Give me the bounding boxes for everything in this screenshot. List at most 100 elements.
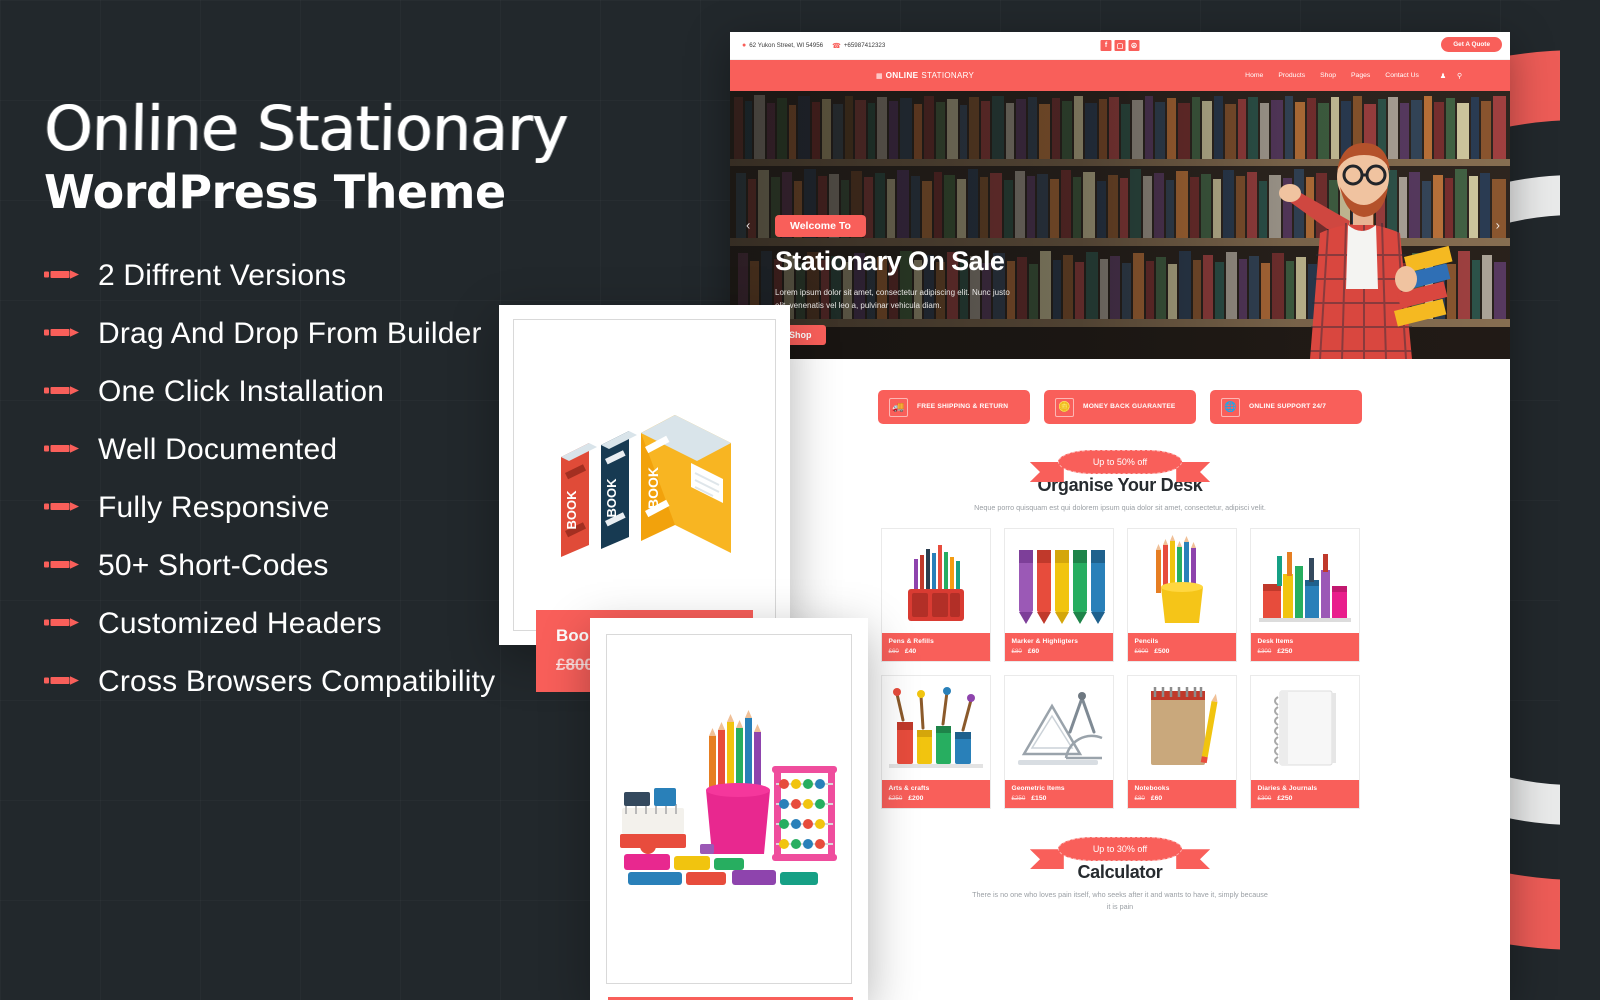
- three-books-image: BOOK BOOK BOOK: [514, 320, 775, 630]
- price-old: £600: [1134, 648, 1149, 656]
- product-card[interactable]: Diaries & Journals £300 £250: [1249, 675, 1360, 810]
- product-price: £250 £200: [889, 795, 983, 802]
- price-new: £150: [1031, 795, 1047, 803]
- product-price: £80 £60: [1012, 648, 1106, 655]
- nav-item-products[interactable]: Products: [1278, 72, 1305, 79]
- discount-ribbon: Up to 50% off: [1029, 450, 1211, 482]
- product-name: Marker & Highligters: [1011, 638, 1078, 646]
- page-title: Online Stationary: [43, 92, 568, 165]
- service-badge[interactable]: 🪙 MONEY BACK GUARANTEE: [1044, 390, 1196, 424]
- hero-content: Welcome To Stationary On Sale Lorem ipsu…: [775, 215, 1095, 346]
- hero-slider: Welcome To Stationary On Sale Lorem ipsu…: [730, 91, 1510, 359]
- feature-label: Cross Browsers Compatibility: [98, 664, 496, 698]
- search-icon[interactable]: ⚲: [1457, 72, 1462, 80]
- price-old: £250: [1011, 795, 1026, 803]
- social-links: f ▢ ☮: [1100, 40, 1140, 51]
- desk-supplies-image: [1250, 529, 1359, 634]
- product-price: £80 £60: [1135, 795, 1229, 802]
- twitter-icon[interactable]: ☮: [1128, 40, 1140, 51]
- book-icon: ▦: [876, 73, 883, 80]
- support-headset-icon: 🌐: [1221, 397, 1240, 417]
- site-topbar: ● 62 Yukon Street, WI 54956 ☎ +659874123…: [730, 32, 1510, 60]
- get-a-quote-button[interactable]: Get A Quote: [1441, 37, 1502, 52]
- instagram-icon[interactable]: ▢: [1114, 40, 1126, 51]
- floating-product-card-desk-items[interactable]: Desk Items £300 £250: [590, 618, 868, 1000]
- feature-label: One Click Installation: [98, 374, 385, 408]
- price-new: £40: [904, 648, 917, 656]
- section-subtitle: There is no one who loves pain itself, w…: [972, 890, 1268, 912]
- product-card[interactable]: Marker & Highligters £80 £60: [1003, 528, 1114, 663]
- product-footer: Arts & crafts £250 £200: [881, 780, 990, 809]
- product-card[interactable]: Arts & crafts £250 £200: [880, 675, 991, 810]
- nav-item-home[interactable]: Home: [1245, 72, 1263, 79]
- product-price: £60 £40: [889, 648, 983, 655]
- product-footer: Marker & Highligters £80 £60: [1004, 633, 1113, 662]
- product-card[interactable]: Geometric Items £250 £150: [1003, 675, 1114, 810]
- service-badges-row: 🚚 FREE SHIPPING & RETURN 🪙 MONEY BACK GU…: [730, 359, 1510, 424]
- floating-product-card-books[interactable]: BOOK BOOK BOOK Books £800: [499, 305, 790, 692]
- facebook-icon[interactable]: f: [1100, 40, 1112, 51]
- pencil-icon: [44, 616, 80, 634]
- hero-welcome-badge: Welcome To: [775, 215, 866, 237]
- markers-image: [1004, 529, 1113, 634]
- price-old: £250: [888, 795, 903, 803]
- nav-item-contact-us[interactable]: Contact Us: [1385, 72, 1419, 79]
- nav-item-pages[interactable]: Pages: [1351, 72, 1370, 79]
- feature-label: 50+ Short-Codes: [98, 548, 329, 582]
- service-badge[interactable]: 🌐 ONLINE SUPPORT 24/7: [1210, 390, 1362, 424]
- product-card[interactable]: Notebooks £80 £60: [1126, 675, 1237, 810]
- product-price: £300 £250: [1258, 648, 1352, 655]
- promo-banner-root: Online Stationary WordPress Theme 2 Diff…: [0, 0, 1600, 1000]
- phone-text: +65987412323: [843, 42, 886, 49]
- product-footer: Desk Items £300 £250: [1250, 633, 1359, 662]
- phone-icon: ☎: [832, 42, 841, 50]
- site-navbar: ▦ ONLINE STATIONARY Home Products Shop P…: [730, 60, 1510, 91]
- nav-item-shop[interactable]: Shop: [1320, 72, 1336, 79]
- product-footer: Pens & Refills £60 £40: [881, 633, 990, 662]
- service-badge[interactable]: 🚚 FREE SHIPPING & RETURN: [878, 390, 1030, 424]
- price-new: £60: [1027, 648, 1040, 656]
- product-name: Desk Items: [1257, 638, 1294, 646]
- product-card[interactable]: Pencils £600 £500: [1126, 528, 1237, 663]
- product-price: £600 £500: [1135, 648, 1229, 655]
- pencil-icon: [44, 384, 80, 402]
- chevron-right-icon[interactable]: ›: [1496, 218, 1500, 233]
- hero-title: Stationary On Sale: [775, 246, 1005, 276]
- card-frame: [606, 634, 852, 984]
- art-supplies-image: [881, 676, 990, 781]
- user-icon[interactable]: ♟: [1440, 72, 1446, 80]
- map-pin-icon: ●: [742, 42, 747, 49]
- product-card[interactable]: Pens & Refills £60 £40: [880, 528, 991, 663]
- section-subtitle: Neque porro quisquam est qui dolorem ips…: [974, 503, 1266, 512]
- product-card[interactable]: Desk Items £300 £250: [1249, 528, 1360, 663]
- delivery-truck-icon: 🚚: [889, 397, 908, 417]
- feature-label: Well Documented: [98, 432, 338, 466]
- ribbon-tail-right: [1176, 849, 1211, 870]
- site-logo[interactable]: ▦ ONLINE STATIONARY: [876, 71, 974, 80]
- ribbon-label: Up to 30% off: [1057, 837, 1183, 862]
- geometry-set-image: [1004, 676, 1113, 781]
- product-price: £300 £250: [1258, 795, 1352, 802]
- ribbon-tail-right: [1176, 462, 1211, 482]
- product-name: Diaries & Journals: [1257, 785, 1318, 793]
- product-footer: Diaries & Journals £300 £250: [1250, 780, 1359, 809]
- card-frame: BOOK BOOK BOOK: [513, 319, 776, 631]
- phone-chunk[interactable]: ☎ +65987412323: [832, 42, 885, 50]
- pencil-icon: [44, 558, 80, 576]
- chevron-left-icon[interactable]: ‹: [746, 218, 750, 233]
- product-name: Geometric Items: [1011, 785, 1065, 793]
- product-name: Pencils: [1134, 638, 1159, 646]
- price-old: £80: [1011, 648, 1022, 656]
- price-new: £500: [1154, 648, 1170, 656]
- product-name: Arts & crafts: [888, 785, 930, 793]
- pen-holder-image: [881, 529, 990, 634]
- price-new: £200: [908, 795, 924, 803]
- person-photo: [1254, 129, 1464, 359]
- address-text: 62 Yukon Street, WI 54956: [749, 42, 824, 49]
- page-subtitle: WordPress Theme: [44, 165, 506, 220]
- price-new: £60: [1150, 795, 1163, 803]
- price-old: £300: [1257, 648, 1272, 656]
- price-old: £800: [556, 655, 594, 674]
- discount-ribbon: Up to 30% off: [1029, 837, 1211, 870]
- price-new: £250: [1277, 795, 1293, 803]
